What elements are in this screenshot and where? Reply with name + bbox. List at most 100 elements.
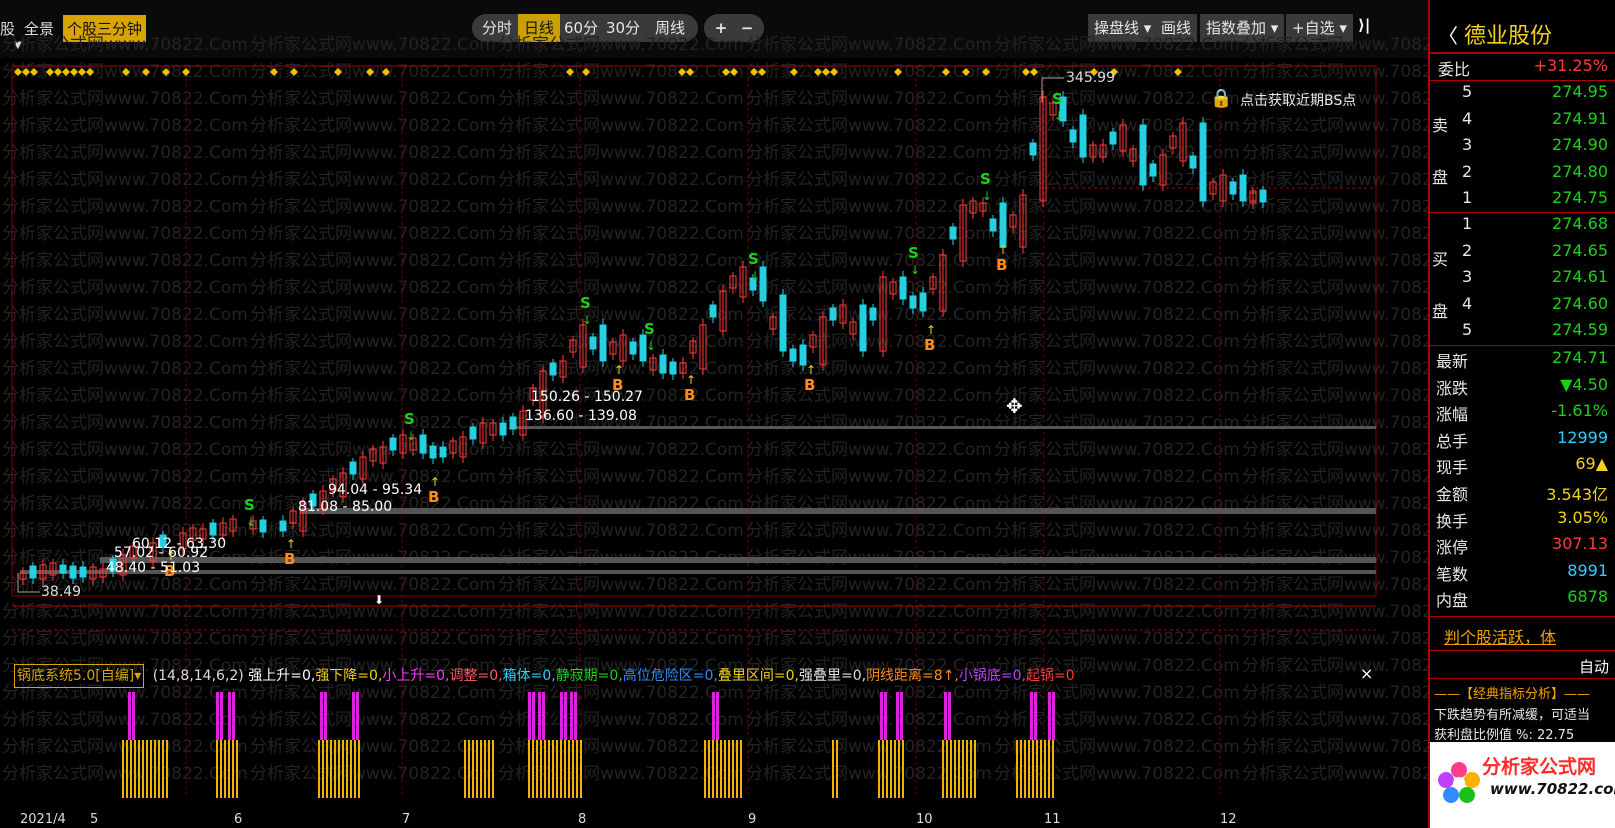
quote-stat-row: 涨停 307.13 [1436,534,1612,560]
x-axis-label: 8 [578,812,587,827]
signal-diamond [750,68,758,76]
sell-signal-s: S [404,410,415,428]
signal-diamond [1030,68,1038,76]
down-candle [989,218,997,232]
indicator-bar-yellow [476,740,478,798]
indicator-bar-yellow [728,740,730,798]
indicator-bar-yellow [712,740,714,798]
indicator-bar-magenta [532,692,535,740]
bs-points-link[interactable]: 点击获取近期BS点 [1240,90,1356,110]
indicator-bar-magenta [884,692,887,740]
indicator-bar-yellow [704,740,706,798]
level-number: 3 [1462,267,1473,287]
indicator-bar-yellow [216,740,218,798]
stat-label: 涨停 [1436,538,1469,558]
indicator-bar-magenta [228,692,231,740]
indicator-values: 强上升=0,强下降=0,小上升=0,调整=0,箱体=0,静寂期=0,高位危险区=… [248,668,1074,684]
indicator-bar-yellow [1052,740,1054,798]
level-price: 274.80 [1552,161,1608,181]
indicator-bar-yellow [946,740,948,798]
indicator-value: 小锅底=0, [958,668,1026,684]
promo-link[interactable]: 判个股活跃，体 [1444,624,1556,648]
signal-diamond [894,68,902,76]
down-candle [259,519,267,533]
level-price: 274.95 [1552,82,1608,101]
indicator-bar-yellow [552,740,554,798]
commission-ratio-label: 委比 [1438,60,1471,79]
indicator-bar-yellow [154,740,156,798]
back-icon[interactable]: 〈 [1438,20,1458,49]
indicator-bar-yellow [326,740,328,798]
down-candle [469,426,477,440]
indicator-bar-magenta [528,692,531,740]
down-candle [859,304,867,352]
price-range-band [300,508,1376,514]
stat-value: 3.05% [1557,507,1608,527]
watermark-text: 分析家公式网www.70822.Com [498,35,744,55]
indicator-bar-magenta [324,692,327,740]
indicator-bar-yellow [970,740,972,798]
indicator-bar-yellow [832,740,834,798]
range-label: 150.26 - 150.27 [531,389,643,405]
level-number: 1 [1462,188,1473,208]
up-arrow-icon: ↑ [686,373,696,387]
level-number: 4 [1462,293,1473,313]
chart-frame [11,65,1377,597]
down-candle [349,461,357,475]
down-candle [709,304,717,318]
indicator-value: 箱体=0, [502,668,556,684]
candlestick-chart[interactable]: S↓S↓S↓ S↓S↓S↓S↓S↓↑B↑B↑B↑B ↑B↑B↑B↑B⬇ [0,58,1428,828]
indicator-bar-magenta [542,692,545,740]
signal-diamond [1174,68,1182,76]
x-axis-label: 11 [1044,812,1061,827]
stat-value: 6878 [1567,587,1608,607]
down-candle [419,434,427,454]
stat-value: 12999 [1557,427,1608,447]
down-candle [1259,189,1267,203]
signal-diamond [14,68,22,76]
down-candle [209,522,217,536]
auto-label[interactable]: 自动 [1579,656,1609,677]
commission-ratio-value: +31.25% [1533,56,1608,75]
indicator-bar-magenta [574,692,577,740]
signal-diamond [182,68,190,76]
stat-value: ▼4.50 [1560,374,1608,394]
kline-chart-area[interactable]: 分析家公式网www.70822.Com 分析家公式网www.70822.Com 分析… [0,35,1488,828]
indicator-selector[interactable]: 锅底系统5.0[自编]▾ [14,664,145,688]
down-candle [669,361,677,375]
range-label: 81.08 - 85.00 [298,499,393,515]
indicator-bar-magenta [1034,692,1037,740]
signal-diamond [822,68,830,76]
price-range-band [20,570,1376,574]
down-candle [389,437,397,451]
signal-diamond [78,68,86,76]
order-book-row: 3 274.90 [1436,135,1612,161]
signal-diamond [790,68,798,76]
x-axis-label: 6 [234,812,243,827]
down-candle [79,566,87,578]
indicator-bar-yellow [1024,740,1026,798]
quote-stat-row: 现手 69▲ [1436,454,1612,480]
range-label: 94.04 - 95.34 [328,482,423,498]
sell-signal-s: S [1052,90,1063,108]
indicator-header: 锅底系统5.0[自编]▾ (14,8,14,6,2) 强上升=0,强下降=0,小… [14,664,1075,688]
stat-value: 3.543亿 [1546,485,1608,504]
indicator-bar-yellow [708,740,710,798]
indicator-bar-yellow [464,740,466,798]
down-candle [499,422,507,436]
stat-label: 笔数 [1436,564,1469,584]
level-number: 2 [1462,161,1473,181]
sell-signal-s: S [644,320,655,338]
down-arrow-icon: ↓ [406,429,416,443]
signal-diamond [678,68,686,76]
close-indicator-button[interactable]: × [1360,664,1373,683]
down-candle [919,292,927,312]
logo-text: 分析家公式网 [1482,756,1597,778]
up-arrow-icon: ↑ [614,363,624,377]
low-price-label: 38.49 [41,584,82,600]
level-number: 1 [1462,214,1473,233]
indicator-value: 强上升=0, [248,668,316,684]
down-candle [1239,174,1247,202]
indicator-bar-yellow [480,740,482,798]
indicator-bar-yellow [146,740,148,798]
